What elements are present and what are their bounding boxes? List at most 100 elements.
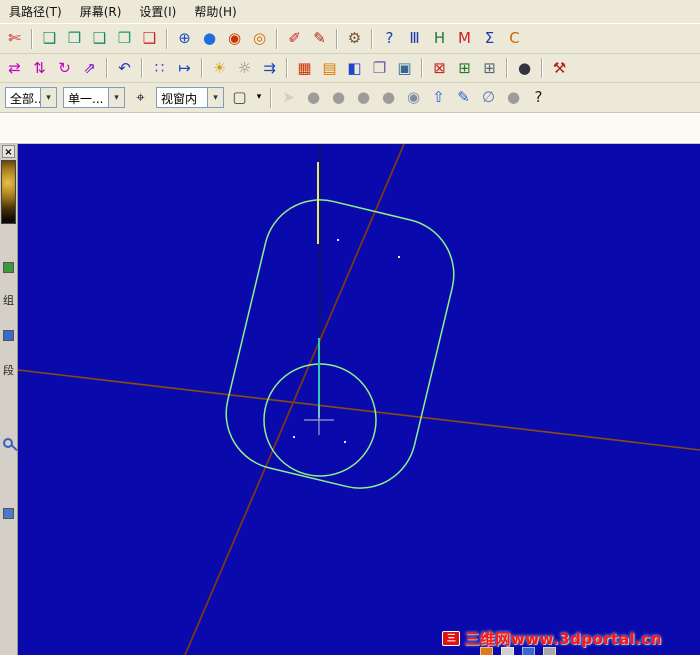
wireframe-globe-button[interactable]: ⊕ bbox=[172, 27, 197, 51]
single-entity-combo[interactable]: 单一... ▾ bbox=[63, 87, 125, 108]
result-sphere-1-button[interactable]: ● bbox=[301, 86, 326, 110]
analyze-position-button[interactable]: Ⅲ bbox=[402, 27, 427, 51]
point-entity-4[interactable] bbox=[344, 441, 346, 443]
toolbar-row-2: ⇄ ⇅ ↻ ⇗ ↶ ∷ ↦ ☀ ☼ ⇉ ▦ ▤ ◧ ❐ ▣ ⊠ ⊞ ⊞ ● ⚒ bbox=[0, 54, 700, 83]
all-entities-combo[interactable]: 全部...▾ bbox=[5, 87, 57, 108]
xform-rotate-button[interactable]: ↻ bbox=[52, 56, 77, 80]
undo-button[interactable]: ↶ bbox=[112, 56, 137, 80]
xform-translate-button[interactable]: ⇗ bbox=[77, 56, 102, 80]
list-orange-button[interactable]: ▤ bbox=[317, 56, 342, 80]
undelete-button[interactable]: ⊞ bbox=[452, 56, 477, 80]
verify-pencil-button[interactable]: ✎ bbox=[451, 86, 476, 110]
analyze-query-button[interactable]: ? bbox=[377, 27, 402, 51]
main-area: × 组段 三 三维网www.3dportal.cn bbox=[0, 144, 700, 655]
app-window: 具路径(T) 屏幕(R) 设置(I) 帮助(H) ✄ ❑ ❒ ❑ ❒ ❑ ⊕ ● ◉ ◎ ✐ ✎ ⚙? Ⅲ H M Σ… bbox=[0, 0, 700, 655]
window-inside-value: 视窗内 bbox=[161, 92, 198, 106]
point-entity-2[interactable] bbox=[398, 256, 400, 258]
window-select-more-button[interactable]: ▾ bbox=[252, 86, 266, 110]
xform-mirror-button[interactable]: ⇄ bbox=[2, 56, 27, 80]
solid-sweep-button[interactable]: ❒ bbox=[112, 27, 137, 51]
lightbulb-button[interactable]: ☀ bbox=[207, 56, 232, 80]
clear-selection-button[interactable]: ∅ bbox=[476, 86, 501, 110]
viewport-grid-button[interactable]: ▣ bbox=[392, 56, 417, 80]
zoom-icon[interactable] bbox=[3, 438, 13, 448]
wireframe-globe-icon: ⊕ bbox=[178, 29, 191, 47]
help-button[interactable]: ? bbox=[526, 86, 551, 110]
point-grid-button[interactable]: ∷ bbox=[147, 56, 172, 80]
delete-button[interactable]: ⊠ bbox=[427, 56, 452, 80]
analyze-sum-button[interactable]: Σ bbox=[477, 27, 502, 51]
grid-red-button[interactable]: ▦ bbox=[292, 56, 317, 80]
pencil-draw-button[interactable]: ✐ bbox=[282, 27, 307, 51]
result-sphere-5-button[interactable]: ● bbox=[501, 86, 526, 110]
copy-view-button[interactable]: ❐ bbox=[367, 56, 392, 80]
analyze-chain-button[interactable]: Ⅽ bbox=[502, 27, 527, 51]
construction-line-diagonal[interactable] bbox=[184, 144, 405, 655]
cylinder-orange-button[interactable]: ◎ bbox=[247, 27, 272, 51]
window-inside-dropdown-arrow-icon[interactable]: ▾ bbox=[207, 88, 223, 107]
analyze-area-icon: M bbox=[458, 29, 471, 47]
screen-grid-button[interactable]: ⊞ bbox=[477, 56, 502, 80]
solid-extrude-button[interactable]: ❒ bbox=[62, 27, 87, 51]
result-sphere-3-icon: ● bbox=[356, 88, 371, 106]
levels-button[interactable]: ⇉ bbox=[257, 56, 282, 80]
pencil-draw-icon: ✐ bbox=[288, 29, 301, 47]
select-pointer-button[interactable]: ➤ bbox=[276, 86, 301, 110]
window-select-more-icon: ▾ bbox=[256, 92, 262, 102]
all-entities-dropdown-arrow-icon[interactable]: ▾ bbox=[40, 88, 56, 107]
spotlight-button[interactable]: ☼ bbox=[232, 56, 257, 80]
analyze-contour-button[interactable]: H bbox=[427, 27, 452, 51]
solid-revolve-button[interactable]: ❑ bbox=[87, 27, 112, 51]
graphics-viewport[interactable]: 三 三维网www.3dportal.cn bbox=[18, 144, 700, 655]
xform-translate-icon: ⇗ bbox=[83, 58, 96, 77]
construction-line-horizontal[interactable] bbox=[18, 369, 700, 451]
chain-up-button[interactable]: ⇧ bbox=[426, 86, 451, 110]
solid-block-button[interactable]: ❑ bbox=[37, 27, 62, 51]
clipped-icon-2 bbox=[501, 647, 514, 655]
page-blue-button[interactable]: ◧ bbox=[342, 56, 367, 80]
shaded-sphere-button[interactable]: ● bbox=[197, 27, 222, 51]
pencil-edit-button[interactable]: ✎ bbox=[307, 27, 332, 51]
group-label: 组 bbox=[3, 294, 14, 307]
analyze-area-button[interactable]: M bbox=[452, 27, 477, 51]
xform-offset-button[interactable]: ⇅ bbox=[27, 56, 52, 80]
result-sphere-3-button[interactable]: ● bbox=[351, 86, 376, 110]
window-select-icon: ▢ bbox=[232, 88, 247, 106]
toolbar-separator bbox=[276, 28, 278, 49]
group-icon[interactable] bbox=[3, 262, 14, 273]
menu-toolpaths[interactable]: 具路径(T) bbox=[0, 0, 71, 24]
point-entity-1[interactable] bbox=[337, 239, 339, 241]
result-sphere-2-button[interactable]: ● bbox=[326, 86, 351, 110]
menu-bar: 具路径(T) 屏幕(R) 设置(I) 帮助(H) bbox=[0, 0, 700, 24]
menu-settings[interactable]: 设置(I) bbox=[130, 0, 185, 24]
slot-contour-entity[interactable] bbox=[215, 188, 466, 499]
post-tool-button[interactable]: ⚒ bbox=[547, 56, 572, 80]
screw-button[interactable]: ⚙ bbox=[342, 27, 367, 51]
level-icon[interactable] bbox=[3, 330, 14, 341]
panel-close-button[interactable]: × bbox=[2, 145, 15, 158]
point-entity-3[interactable] bbox=[293, 436, 295, 438]
screw-icon: ⚙ bbox=[347, 29, 362, 47]
window-export-button[interactable]: ↦ bbox=[172, 56, 197, 80]
clipped-icon-4 bbox=[543, 647, 556, 655]
menu-help[interactable]: 帮助(H) bbox=[185, 0, 245, 24]
cylinder-red-button[interactable]: ◉ bbox=[222, 27, 247, 51]
trim-break-button[interactable]: ✄ bbox=[2, 27, 27, 51]
dark-sphere-button[interactable]: ● bbox=[512, 56, 537, 80]
solid-boolean-button[interactable]: ❑ bbox=[137, 27, 162, 51]
target-sphere-button[interactable]: ◉ bbox=[401, 86, 426, 110]
toolbar-separator bbox=[166, 28, 168, 49]
grid-red-icon: ▦ bbox=[297, 58, 312, 77]
window-inside-combo[interactable]: 视窗内 ▾ bbox=[156, 87, 224, 108]
toolbar-separator bbox=[371, 28, 373, 49]
menu-screen[interactable]: 屏幕(R) bbox=[71, 0, 131, 24]
window-select-button[interactable]: ▢ bbox=[227, 86, 252, 110]
result-sphere-4-button[interactable]: ● bbox=[376, 86, 401, 110]
graphics-canvas[interactable] bbox=[18, 144, 700, 655]
entity-box-icon[interactable] bbox=[3, 508, 14, 519]
analyze-sum-icon: Σ bbox=[484, 29, 495, 47]
single-entity-dropdown-arrow-icon[interactable]: ▾ bbox=[108, 88, 124, 107]
cursor-pick-button[interactable]: ⌖ bbox=[128, 86, 153, 110]
toolbar-separator bbox=[270, 87, 272, 108]
toolbar-separator bbox=[421, 58, 423, 78]
